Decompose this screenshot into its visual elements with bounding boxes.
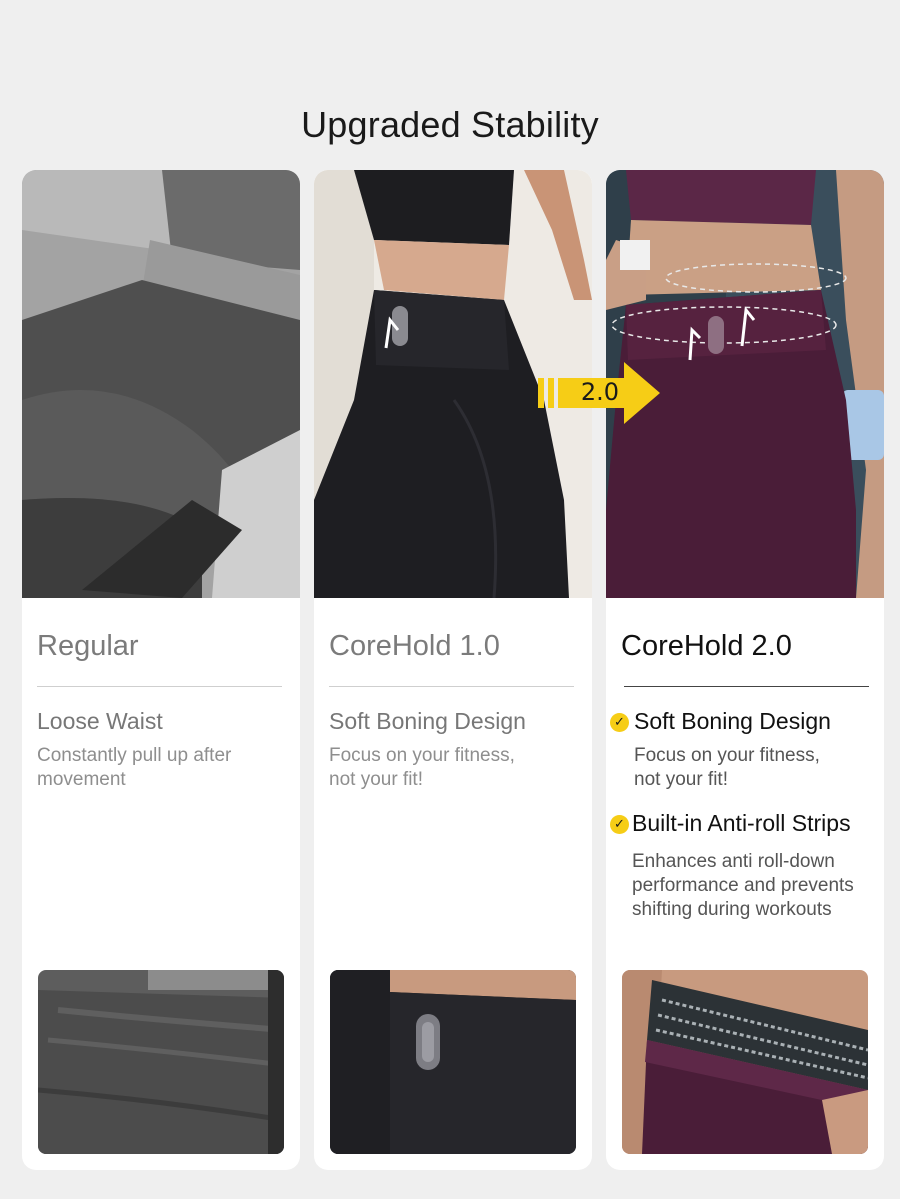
column-title: CoreHold 1.0	[329, 630, 500, 662]
corehold-1-waistband-closeup	[330, 970, 576, 1154]
check-icon: ✓	[610, 815, 629, 834]
divider	[329, 686, 574, 687]
divider	[37, 686, 282, 687]
column-title: CoreHold 2.0	[621, 630, 792, 662]
comparison-card-regular: Regular Loose Waist Constantly pull up a…	[22, 170, 300, 1170]
feature-description: Focus on your fitness, not your fit!	[634, 745, 820, 790]
feature-heading: Built-in Anti-roll Strips	[632, 810, 851, 836]
regular-waistband-closeup	[38, 970, 284, 1154]
upgrade-arrow-badge: 2.0	[538, 360, 662, 426]
check-icon: ✓	[610, 713, 629, 732]
corehold-2-waistband-closeup	[622, 970, 868, 1154]
feature-description: Enhances anti roll-down performance and …	[632, 851, 854, 920]
feature-description: Focus on your fitness, not your fit!	[329, 745, 515, 790]
badge-label: 2.0	[580, 378, 620, 406]
regular-leggings-photo	[22, 170, 300, 598]
feature-heading: Loose Waist	[37, 708, 163, 734]
feature-heading: Soft Boning Design	[634, 708, 831, 734]
comparison-card-corehold-1: CoreHold 1.0 Soft Boning Design Focus on…	[314, 170, 592, 1170]
page-title: Upgraded Stability	[301, 104, 599, 145]
column-title: Regular	[37, 630, 139, 662]
feature-heading: Soft Boning Design	[329, 708, 526, 734]
divider	[624, 686, 869, 687]
comparison-card-corehold-2: CoreHold 2.0 ✓ Soft Boning Design Focus …	[606, 170, 884, 1170]
feature-description: Constantly pull up after movement	[37, 745, 232, 790]
